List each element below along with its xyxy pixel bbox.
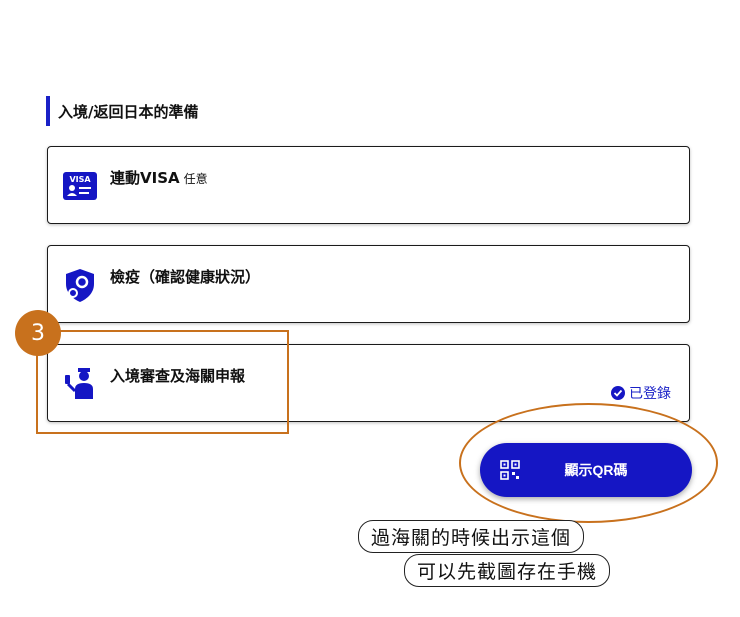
section-title-text: 入境/返回日本的準備 (58, 102, 199, 121)
registered-status: 已登錄 (611, 383, 671, 403)
quarantine-card-title: 檢疫（確認健康狀況） (110, 268, 261, 286)
visa-card-icon: VISA (63, 172, 97, 200)
visa-card-title: 連動VISA 任意 (110, 167, 208, 188)
step-number-badge: 3 (15, 310, 61, 356)
svg-text:VISA: VISA (69, 175, 91, 184)
highlight-box (36, 330, 289, 434)
optional-tag: 任意 (183, 172, 208, 186)
highlight-ellipse (459, 403, 718, 523)
annotation-note-line1: 過海關的時候出示這個 (358, 520, 585, 553)
shield-gear-icon (66, 269, 94, 302)
check-circle-icon (611, 386, 625, 400)
section-title: 入境/返回日本的準備 (46, 96, 198, 126)
registered-status-text: 已登錄 (629, 386, 671, 402)
quarantine-card[interactable]: 檢疫（確認健康狀況） (47, 245, 690, 323)
visa-link-card[interactable]: VISA 連動VISA 任意 (47, 146, 690, 224)
visa-title-text: 連動VISA (110, 169, 180, 187)
annotation-note-line2: 可以先截圖存在手機 (404, 554, 611, 587)
